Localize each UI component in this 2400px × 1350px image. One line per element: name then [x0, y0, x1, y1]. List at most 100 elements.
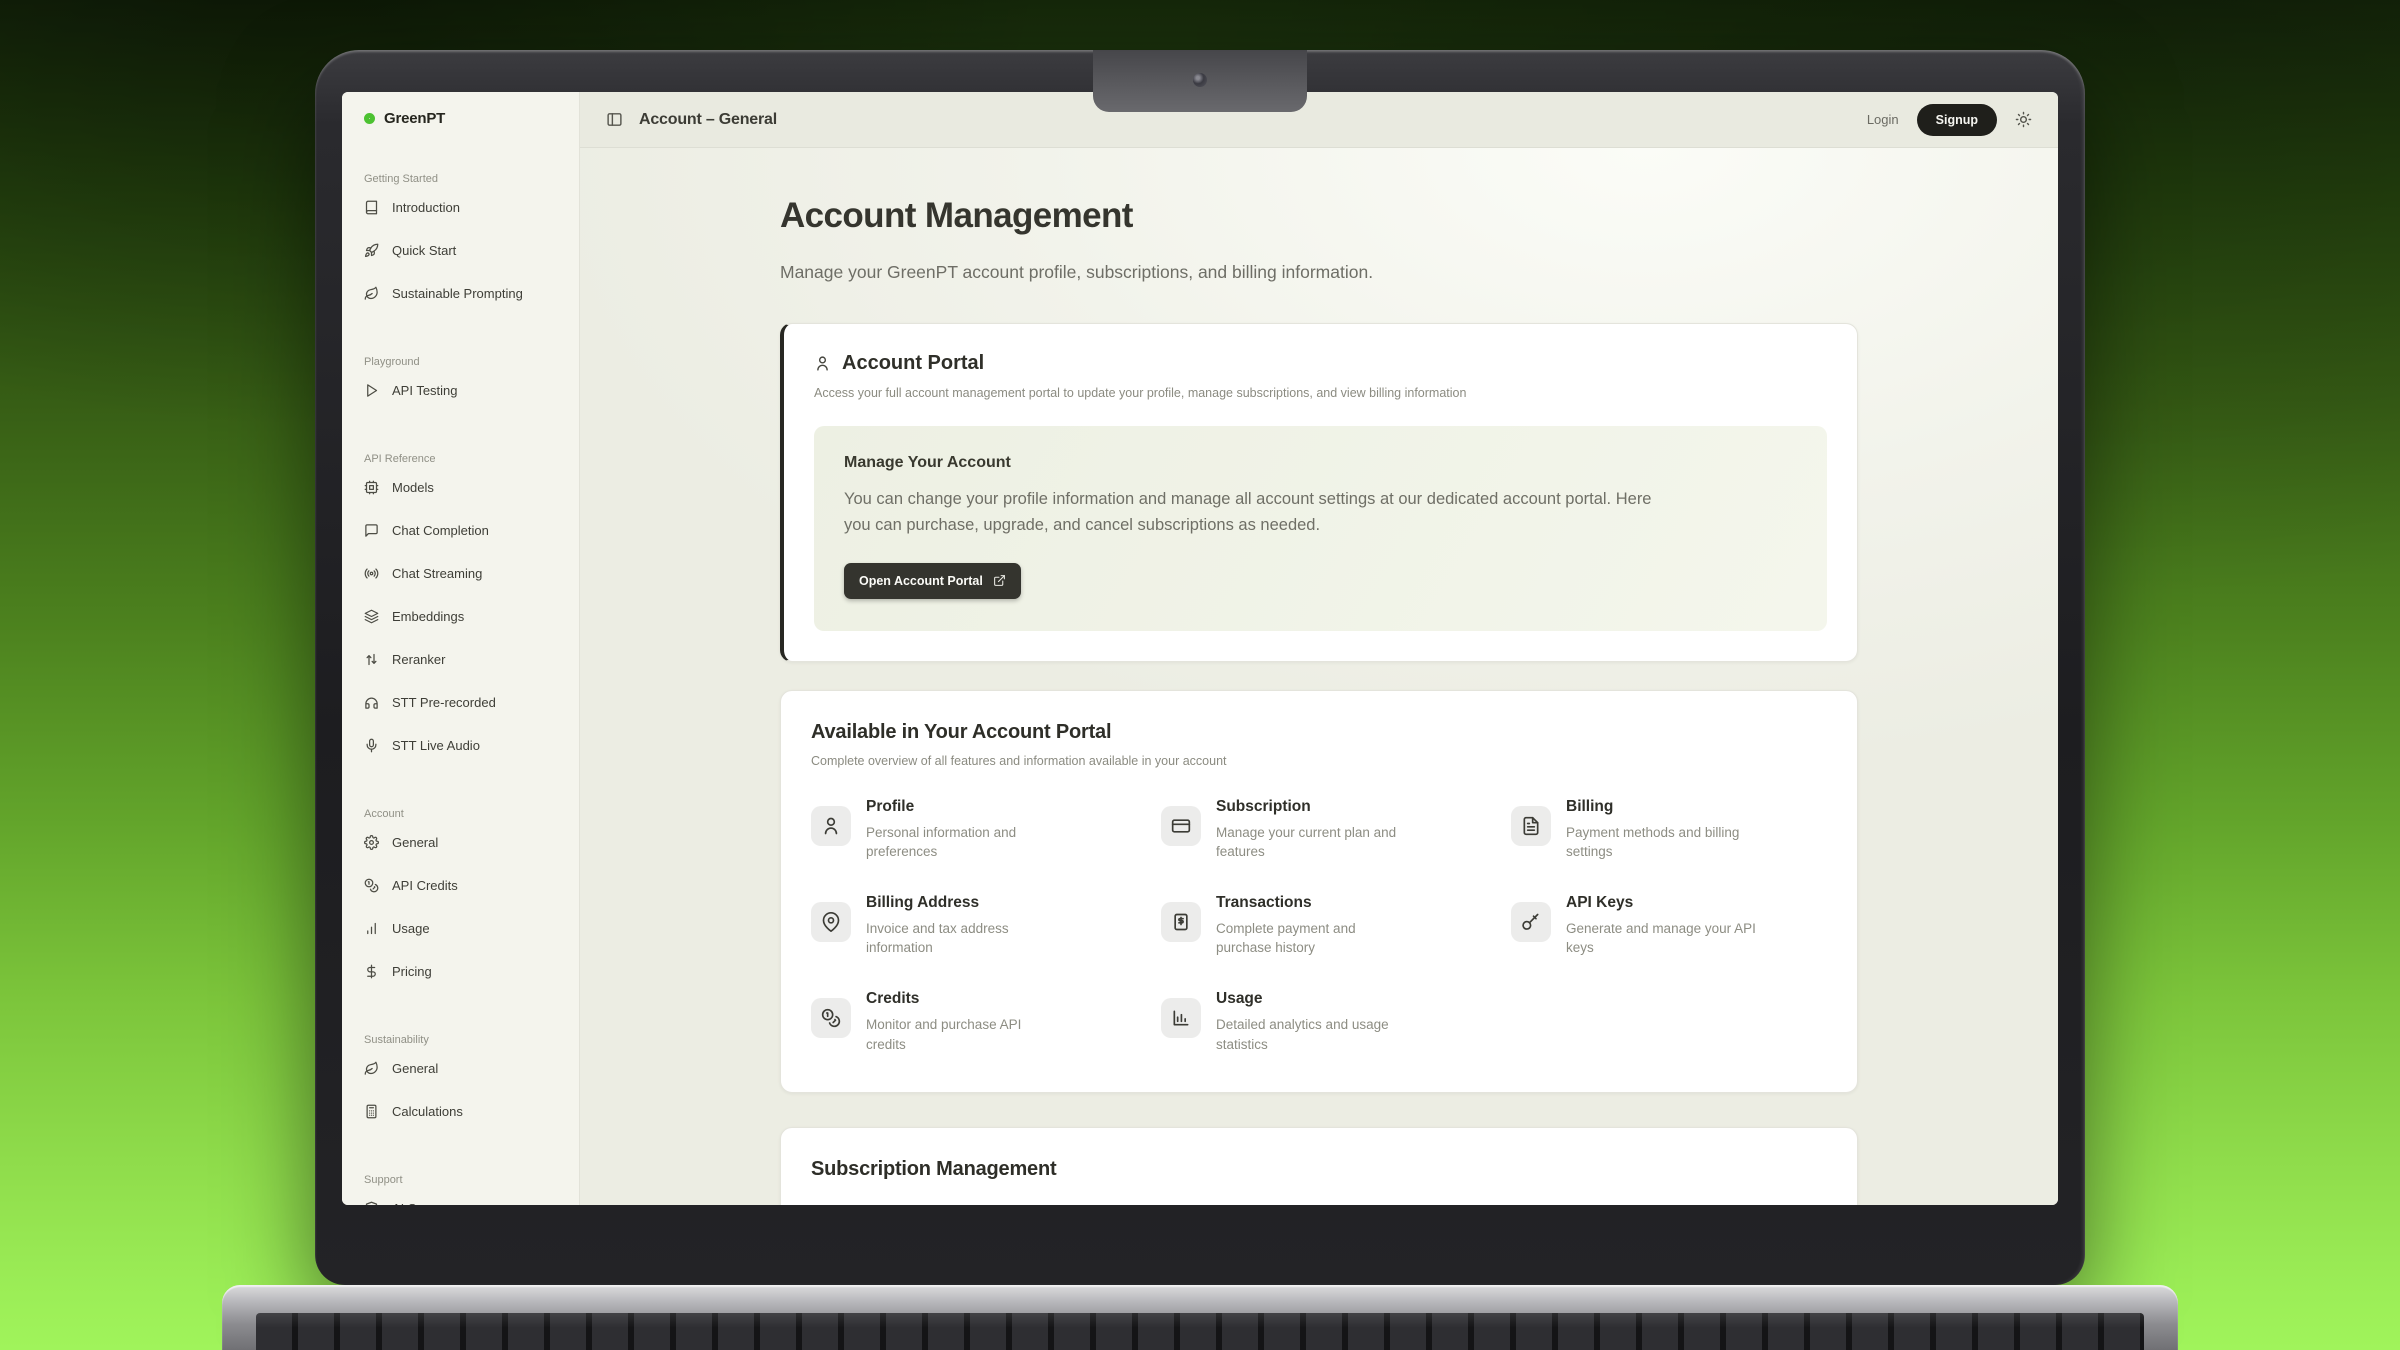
panel-body: You can change your profile information …: [844, 487, 1654, 539]
sidebar-item-chat-completion[interactable]: Chat Completion: [364, 509, 569, 552]
feature-description: Generate and manage your API keys: [1566, 919, 1764, 958]
mic-icon: [364, 738, 379, 753]
feature-item-usage[interactable]: Usage Detailed analytics and usage stati…: [1161, 990, 1477, 1054]
sidebar-section-label-getting-started: Getting Started: [364, 172, 569, 186]
laptop-keyboard: [256, 1313, 2144, 1350]
feature-title: Transactions: [1216, 894, 1414, 912]
sidebar-section-label-account: Account: [364, 807, 569, 821]
credit-card-icon: [1161, 806, 1201, 846]
calculator-icon: [364, 1104, 379, 1119]
header-actions: Login Signup: [1867, 104, 2032, 136]
portal-card-title: Account Portal: [842, 352, 984, 375]
theme-toggle-sun-icon[interactable]: [2015, 111, 2032, 128]
external-link-icon: [993, 574, 1006, 587]
open-account-portal-button[interactable]: Open Account Portal: [844, 563, 1021, 599]
sidebar-item-label: Chat Completion: [392, 523, 489, 538]
cpu-icon: [364, 480, 379, 495]
sidebar-toggle-icon[interactable]: [606, 111, 623, 128]
login-link[interactable]: Login: [1867, 112, 1899, 127]
sidebar-item-reranker[interactable]: Reranker: [364, 638, 569, 681]
file-text-icon: [1511, 806, 1551, 846]
user-icon: [811, 806, 851, 846]
feature-text: Usage Detailed analytics and usage stati…: [1216, 990, 1414, 1054]
page-content: Account Management Manage your GreenPT a…: [580, 148, 2058, 1205]
feature-item-billing-address[interactable]: Billing Address Invoice and tax address …: [811, 894, 1127, 958]
sidebar-item-label: Calculations: [392, 1104, 463, 1119]
sidebar-item-pricing[interactable]: Pricing: [364, 950, 569, 993]
feature-title: Subscription: [1216, 798, 1414, 816]
subscription-title: Subscription Management: [811, 1158, 1827, 1181]
sidebar-item-embeddings[interactable]: Embeddings: [364, 595, 569, 638]
bar-chart-icon: [364, 921, 379, 936]
dollar-icon: [364, 964, 379, 979]
sidebar-item-introduction[interactable]: Introduction: [364, 186, 569, 229]
account-portal-card: Account Portal Access your full account …: [780, 323, 1858, 662]
shield-icon: [364, 1201, 379, 1205]
sidebar-item-label: Models: [392, 480, 434, 495]
feature-item-transactions[interactable]: Transactions Complete payment and purcha…: [1161, 894, 1477, 958]
sidebar-section-label-sustainability: Sustainability: [364, 1033, 569, 1047]
feature-title: Usage: [1216, 990, 1414, 1008]
coins-icon: [811, 998, 851, 1038]
sidebar-item-label: General: [392, 1061, 438, 1076]
laptop-frame: GreenPT Getting Started Introduction Qui…: [315, 50, 2085, 1285]
sidebar-logo[interactable]: GreenPT: [364, 104, 569, 132]
feature-item-credits[interactable]: Credits Monitor and purchase API credits: [811, 990, 1127, 1054]
open-account-portal-label: Open Account Portal: [859, 574, 983, 588]
greenpt-ring-logo-icon: [364, 113, 375, 124]
feature-title: Profile: [866, 798, 1064, 816]
features-subtitle: Complete overview of all features and in…: [811, 754, 1827, 768]
feature-text: Subscription Manage your current plan an…: [1216, 798, 1414, 862]
feature-item-billing[interactable]: Billing Payment methods and billing sett…: [1511, 798, 1827, 862]
sidebar-item-label: Reranker: [392, 652, 445, 667]
manage-account-panel: Manage Your Account You can change your …: [814, 426, 1827, 631]
subscription-card: Subscription Management: [780, 1127, 1858, 1205]
top-header: Account – General Login Signup: [580, 92, 2058, 148]
camera-dot: [1193, 73, 1207, 87]
sidebar-nav: Getting Started Introduction Quick Start…: [364, 172, 569, 1205]
page-subtitle: Manage your GreenPT account profile, sub…: [780, 262, 1858, 283]
feature-item-api-keys[interactable]: API Keys Generate and manage your API ke…: [1511, 894, 1827, 958]
layers-icon: [364, 609, 379, 624]
sidebar-item-label: STT Live Audio: [392, 738, 480, 753]
feature-title: Billing: [1566, 798, 1764, 816]
sidebar-item-usage[interactable]: Usage: [364, 907, 569, 950]
sidebar-item-chat-streaming[interactable]: Chat Streaming: [364, 552, 569, 595]
sidebar: GreenPT Getting Started Introduction Qui…: [342, 92, 580, 1205]
key-icon: [1511, 902, 1551, 942]
gear-icon: [364, 835, 379, 850]
sidebar-item-label: Sustainable Prompting: [392, 286, 523, 301]
sidebar-item-label: Pricing: [392, 964, 432, 979]
feature-text: Profile Personal information and prefere…: [866, 798, 1064, 862]
sidebar-item-models[interactable]: Models: [364, 466, 569, 509]
leaf-icon: [364, 1061, 379, 1076]
signup-button[interactable]: Signup: [1917, 104, 1997, 136]
feature-item-profile[interactable]: Profile Personal information and prefere…: [811, 798, 1127, 862]
sidebar-item-general[interactable]: General: [364, 821, 569, 864]
feature-description: Manage your current plan and features: [1216, 823, 1414, 862]
feature-description: Complete payment and purchase history: [1216, 919, 1414, 958]
sidebar-item-label: STT Pre-recorded: [392, 695, 496, 710]
message-square-icon: [364, 523, 379, 538]
sidebar-item-ai-scan[interactable]: AI Scan: [364, 1187, 569, 1205]
sidebar-section-label-api-reference: API Reference: [364, 452, 569, 466]
page-title: Account Management: [780, 196, 1858, 236]
sidebar-item-stt-live-audio[interactable]: STT Live Audio: [364, 724, 569, 767]
user-icon: [814, 355, 831, 372]
sidebar-item-general[interactable]: General: [364, 1047, 569, 1090]
sidebar-item-api-testing[interactable]: API Testing: [364, 369, 569, 412]
sidebar-item-api-credits[interactable]: API Credits: [364, 864, 569, 907]
features-card: Available in Your Account Portal Complet…: [780, 690, 1858, 1093]
sidebar-item-sustainable-prompting[interactable]: Sustainable Prompting: [364, 272, 569, 315]
sidebar-item-quick-start[interactable]: Quick Start: [364, 229, 569, 272]
sidebar-item-calculations[interactable]: Calculations: [364, 1090, 569, 1133]
sidebar-item-stt-pre-recorded[interactable]: STT Pre-recorded: [364, 681, 569, 724]
sidebar-item-label: Introduction: [392, 200, 460, 215]
feature-item-subscription[interactable]: Subscription Manage your current plan an…: [1161, 798, 1477, 862]
play-icon: [364, 383, 379, 398]
feature-description: Payment methods and billing settings: [1566, 823, 1764, 862]
logo-text: GreenPT: [384, 110, 445, 127]
coins-icon: [364, 878, 379, 893]
sidebar-item-label: API Credits: [392, 878, 458, 893]
feature-description: Monitor and purchase API credits: [866, 1015, 1064, 1054]
